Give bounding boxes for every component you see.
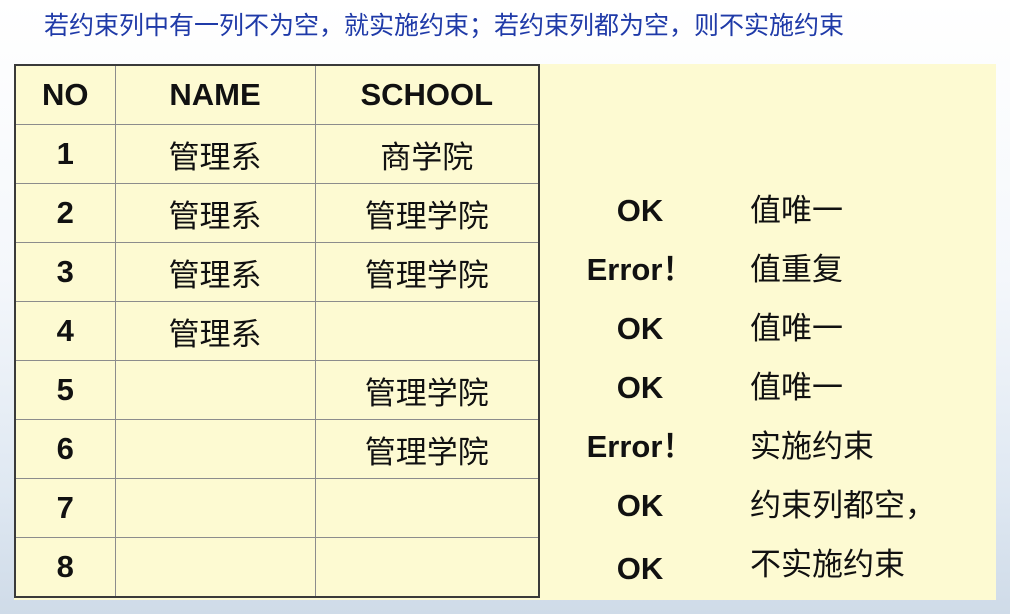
cell-school: 管理学院: [314, 242, 540, 302]
note-enforce: 实施约束: [750, 429, 874, 465]
table-row: 5 管理学院: [14, 360, 540, 420]
note-unique: 值唯一: [750, 311, 843, 347]
header-name: NAME: [114, 64, 316, 125]
cell-no: 5: [14, 360, 116, 420]
cell-name: [114, 537, 316, 598]
cell-no: 6: [14, 419, 116, 479]
cell-name: 管理系: [114, 124, 316, 184]
cell-school: 管理学院: [314, 419, 540, 479]
table-row: 1 管理系 商学院: [14, 124, 540, 184]
table-row: 2 管理系 管理学院: [14, 183, 540, 243]
status-error: Error！: [586, 429, 694, 464]
cell-name: 管理系: [114, 301, 316, 361]
cell-school: [314, 301, 540, 361]
status-ok: OK: [616, 193, 664, 228]
cell-name: 管理系: [114, 183, 316, 243]
cell-name: [114, 419, 316, 479]
cell-school: [314, 478, 540, 538]
status-ok: OK: [616, 311, 664, 346]
cell-name: [114, 360, 316, 420]
header-no: NO: [14, 64, 116, 125]
cell-school: [314, 537, 540, 598]
cell-no: 3: [14, 242, 116, 302]
cell-school: 商学院: [314, 124, 540, 184]
cell-no: 4: [14, 301, 116, 361]
cell-name: [114, 478, 316, 538]
table-row: 3 管理系 管理学院: [14, 242, 540, 302]
note-all-null: 约束列都空，: [750, 488, 936, 524]
note-duplicate: 值重复: [750, 252, 843, 288]
status-ok: OK: [616, 488, 664, 523]
cell-no: 7: [14, 478, 116, 538]
status-error: Error！: [586, 252, 694, 287]
cell-no: 8: [14, 537, 116, 598]
cell-no: 2: [14, 183, 116, 243]
header-school: SCHOOL: [314, 64, 540, 125]
slide-heading: 若约束列中有一列不为空，就实施约束；若约束列都为空，则不实施约束: [44, 11, 845, 40]
note-not-enforced: 不实施约束: [750, 547, 905, 583]
table-header-row: NO NAME SCHOOL: [14, 64, 540, 125]
table-row: 4 管理系: [14, 301, 540, 361]
data-table: NO NAME SCHOOL 1 管理系 商学院 2 管理系 管理学院 3 管理…: [14, 64, 540, 598]
table-row: 8: [14, 537, 540, 598]
status-ok: OK: [616, 551, 664, 586]
cell-name: 管理系: [114, 242, 316, 302]
table-row: 6 管理学院: [14, 419, 540, 479]
table-row: 7: [14, 478, 540, 538]
note-unique: 值唯一: [750, 370, 843, 406]
note-unique: 值唯一: [750, 193, 843, 229]
cell-no: 1: [14, 124, 116, 184]
status-ok: OK: [616, 370, 664, 405]
cell-school: 管理学院: [314, 183, 540, 243]
cell-school: 管理学院: [314, 360, 540, 420]
